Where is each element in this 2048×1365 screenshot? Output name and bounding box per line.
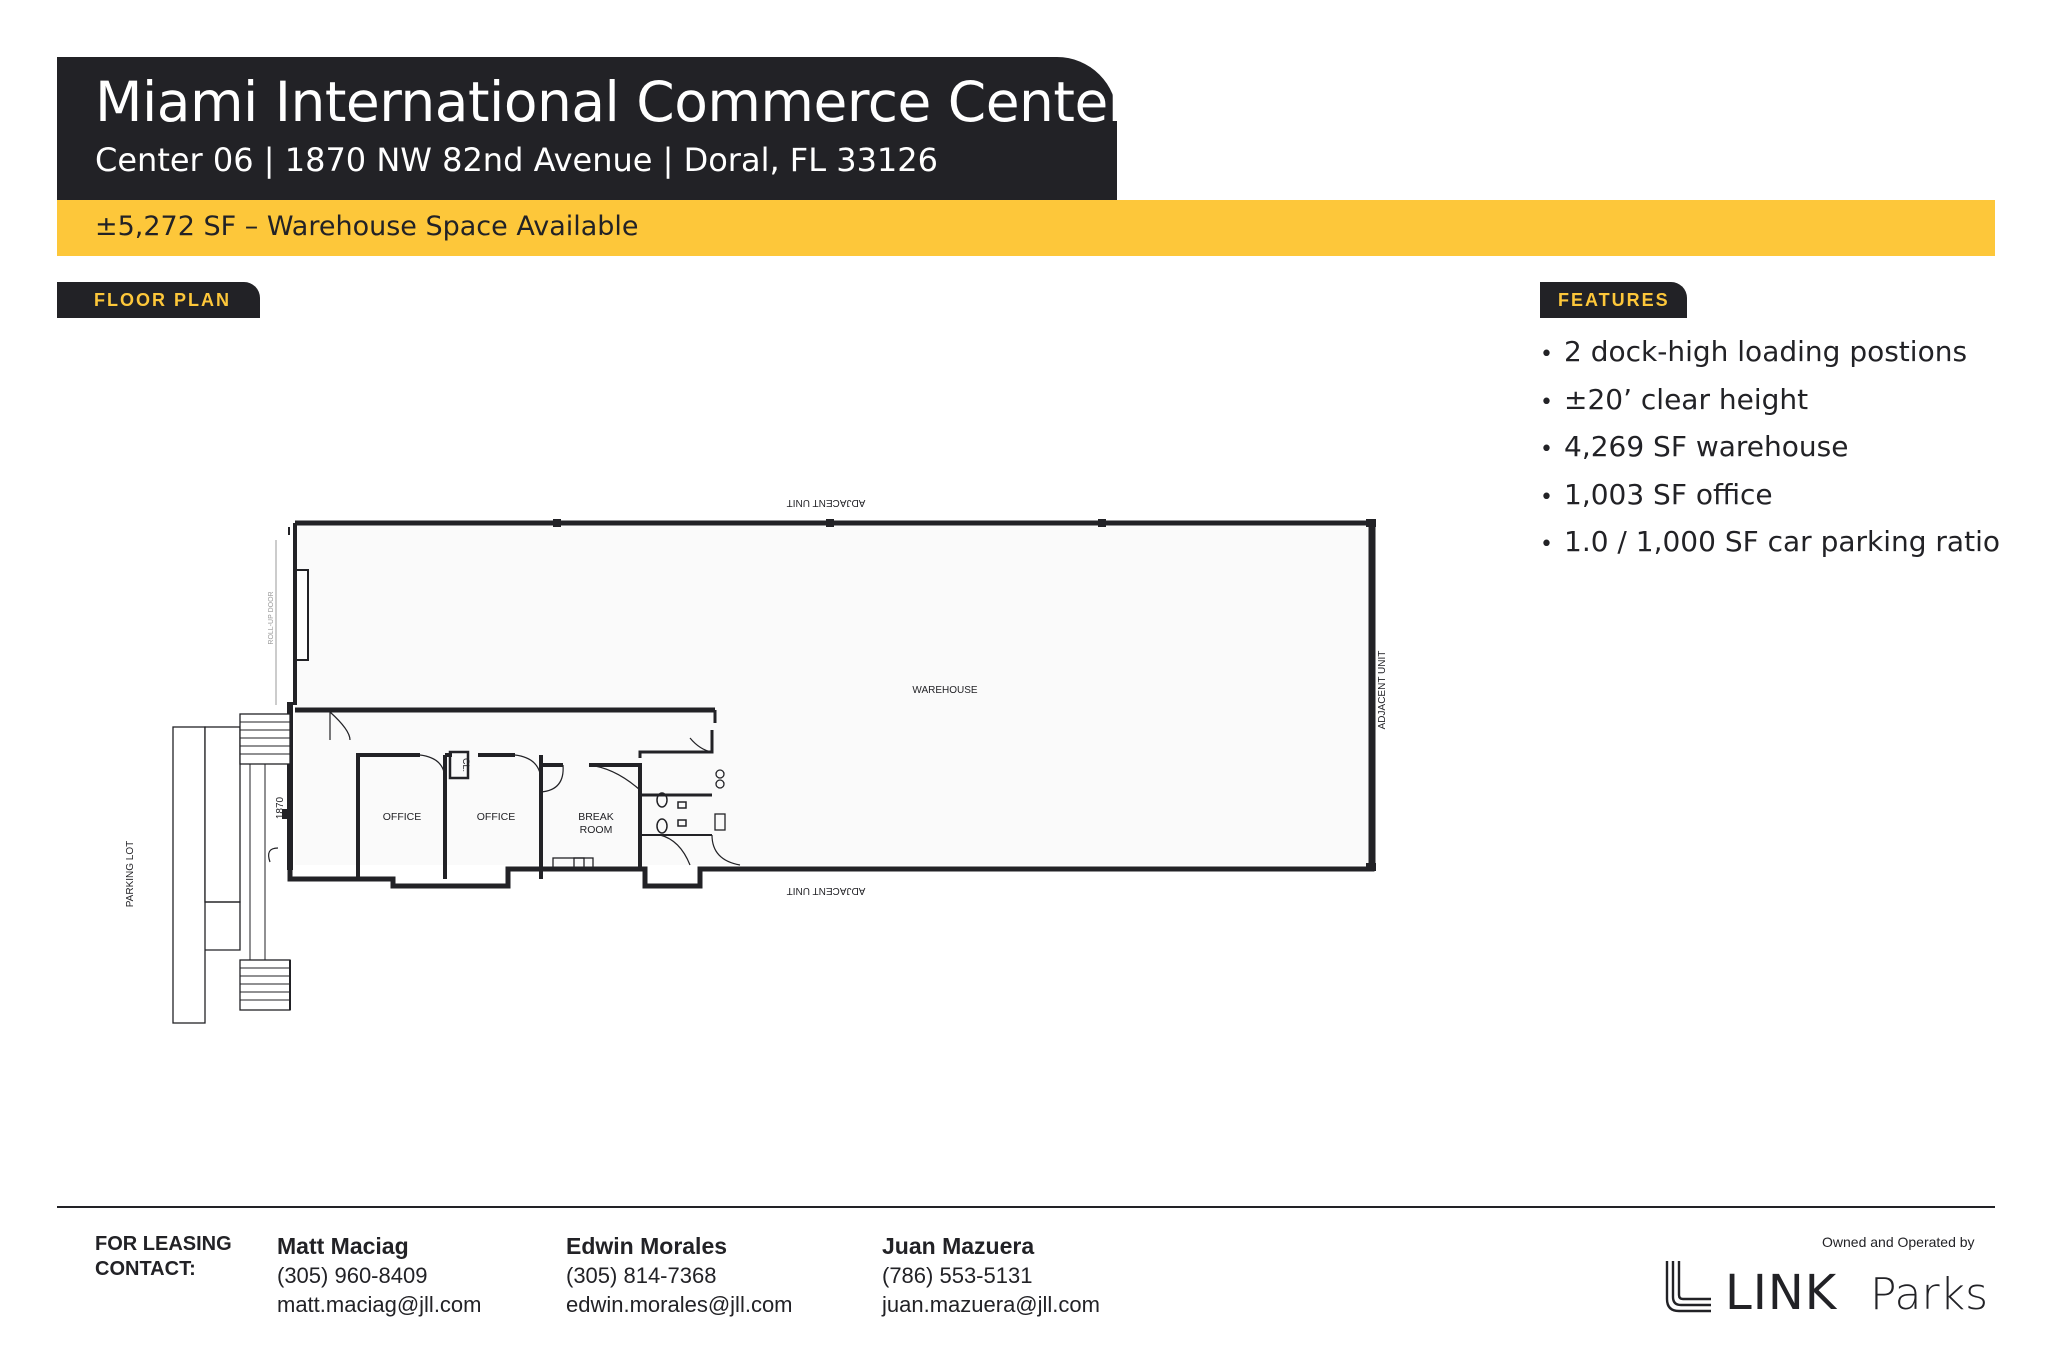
contact-card: Juan Mazuera (786) 553-5131 juan.mazuera… bbox=[882, 1232, 1100, 1319]
bullet-icon: • bbox=[1540, 342, 1553, 367]
page-subtitle: Center 06 | 1870 NW 82nd Avenue | Doral,… bbox=[95, 141, 938, 179]
bullet-icon: • bbox=[1540, 532, 1553, 557]
logo-link-text: LINK bbox=[1725, 1265, 1838, 1315]
leasing-contact-label: FOR LEASING CONTACT: bbox=[95, 1233, 232, 1280]
contact-phone[interactable]: (786) 553-5131 bbox=[882, 1261, 1100, 1290]
feature-item: • 4,269 SF warehouse bbox=[1540, 423, 2000, 471]
contact-email[interactable]: matt.maciag@jll.com bbox=[277, 1290, 482, 1319]
break-room-label-2: ROOM bbox=[580, 824, 613, 836]
contact-card: Matt Maciag (305) 960-8409 matt.maciag@j… bbox=[277, 1232, 482, 1319]
adjacent-unit-top-label: ADJACENT UNIT bbox=[787, 497, 866, 508]
roll-up-door-label: ROLL-UP DOOR bbox=[268, 591, 275, 644]
bullet-icon: • bbox=[1540, 389, 1553, 415]
feature-item: • 1,003 SF office bbox=[1540, 471, 2000, 519]
contact-card: Edwin Morales (305) 814-7368 edwin.moral… bbox=[566, 1232, 793, 1319]
contact-email[interactable]: edwin.morales@jll.com bbox=[566, 1290, 793, 1319]
closet-label: CL. bbox=[461, 758, 471, 772]
features-tag: FEATURES bbox=[1540, 282, 1687, 318]
warehouse-label: WAREHOUSE bbox=[912, 685, 978, 696]
feature-item: • ±20’ clear height bbox=[1540, 376, 2000, 424]
bullet-icon: • bbox=[1540, 484, 1553, 510]
contact-phone[interactable]: (305) 814-7368 bbox=[566, 1261, 793, 1290]
adjacent-unit-right-label: ADJACENT UNIT bbox=[1377, 651, 1388, 730]
adjacent-unit-bottom-label: ADJACENT UNIT bbox=[787, 885, 866, 896]
feature-item: • 2 dock-high loading postions bbox=[1540, 328, 2000, 376]
floor-plan-drawing: ADJACENT UNIT ADJACENT UNIT ADJACENT UNI… bbox=[125, 497, 1388, 1024]
logo-parks-text: Parks bbox=[1870, 1269, 1988, 1315]
contact-name: Matt Maciag bbox=[277, 1233, 409, 1259]
feature-item: • 1.0 / 1,000 SF car parking ratio bbox=[1540, 518, 2000, 566]
break-room-label-1: BREAK bbox=[578, 811, 614, 823]
contact-email[interactable]: juan.mazuera@jll.com bbox=[882, 1290, 1100, 1319]
owned-operated-text: Owned and Operated by bbox=[1822, 1234, 1975, 1250]
office-label-1: OFFICE bbox=[383, 811, 422, 823]
contact-name: Juan Mazuera bbox=[882, 1233, 1035, 1259]
contact-phone[interactable]: (305) 960-8409 bbox=[277, 1261, 482, 1290]
footer-divider bbox=[57, 1206, 1995, 1208]
features-list: • 2 dock-high loading postions • ±20’ clea… bbox=[1540, 328, 2000, 566]
floor-plan-tag: FLOOR PLAN bbox=[57, 282, 260, 318]
availability-text: ±5,272 SF – Warehouse Space Available bbox=[95, 211, 639, 242]
page-title: Miami International Commerce Center bbox=[95, 70, 1130, 134]
bullet-icon: • bbox=[1540, 437, 1553, 462]
contact-name: Edwin Morales bbox=[566, 1233, 728, 1259]
parking-lot-label: PARKING LOT bbox=[125, 841, 136, 908]
office-label-2: OFFICE bbox=[477, 811, 516, 823]
link-parks-logo: LINK Parks bbox=[1665, 1261, 1988, 1315]
address-number-label: 1870 bbox=[275, 796, 286, 819]
